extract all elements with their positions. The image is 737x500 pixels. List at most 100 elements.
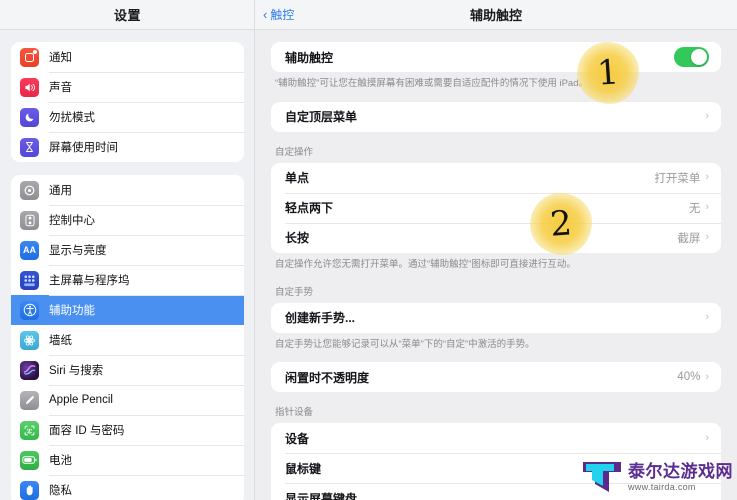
sidebar-scroll-area[interactable]: 通知 声音 勿扰模式 屏幕使用时间 通用 控制中心 AA 显示与亮度 主屏幕与程…	[0, 30, 255, 500]
control-center-icon	[20, 210, 39, 230]
home-screen-dock-icon	[20, 270, 39, 290]
custom-actions-header: 自定操作	[275, 146, 314, 158]
watermark-url: www.tairda.com	[628, 481, 696, 492]
general-gear-icon	[20, 180, 39, 200]
sidebar-item-wallpaper[interactable]: 墙纸	[11, 325, 244, 355]
idle-opacity-card: 闲置时不透明度 40% ›	[271, 362, 721, 393]
sidebar-item-label: 屏幕使用时间	[49, 142, 118, 154]
chevron-right-icon: ›	[705, 431, 709, 444]
sound-icon	[20, 77, 39, 97]
top-menu-card: 自定顶层菜单 ›	[271, 101, 721, 132]
custom-actions-card: 单点 打开菜单 › 轻点两下 无 › 长按 截屏 ›	[271, 162, 721, 253]
single-tap-row[interactable]: 单点 打开菜单 ›	[271, 162, 721, 193]
create-new-gesture-label: 创建新手势...	[285, 311, 356, 326]
sidebar-group-1: 通知 声音 勿扰模式 屏幕使用时间	[11, 42, 244, 162]
sidebar-item-control-center[interactable]: 控制中心	[11, 205, 244, 235]
sidebar-item-label: 声音	[49, 82, 72, 94]
assistive-touch-toggle[interactable]	[674, 47, 709, 67]
ipad-settings-window: 设置 通知 声音 勿扰模式 屏幕使用时间 通用 控制中心 AA 显示与亮度 主屏…	[0, 0, 737, 500]
battery-icon	[20, 450, 39, 470]
assistive-touch-card: 辅助触控	[271, 42, 721, 72]
sidebar-item-label: Apple Pencil	[49, 394, 113, 406]
back-button[interactable]: ‹ 触控	[263, 6, 294, 23]
double-tap-row[interactable]: 轻点两下 无 ›	[271, 192, 721, 223]
sidebar-header: 设置	[0, 0, 255, 30]
sidebar-item-label: 面容 ID 与密码	[49, 425, 125, 437]
sidebar-item-privacy[interactable]: 隐私	[11, 475, 244, 500]
sidebar-item-label: 墙纸	[49, 335, 72, 347]
sidebar-item-general[interactable]: 通用	[11, 175, 244, 205]
sidebar-item-label: 通知	[49, 52, 72, 64]
customize-top-menu-row[interactable]: 自定顶层菜单 ›	[271, 101, 721, 132]
custom-actions-footnote: 自定操作允许您无需打开菜单。通过“辅助触控”图标即可直接进行互动。	[275, 258, 576, 270]
sidebar-item-battery[interactable]: 电池	[11, 445, 244, 475]
pointer-devices-header: 指针设备	[275, 407, 314, 419]
chevron-right-icon: ›	[705, 171, 709, 184]
sidebar-item-label: 隐私	[49, 485, 72, 497]
single-tap-value: 打开菜单	[654, 172, 701, 185]
notification-icon	[20, 47, 39, 67]
sidebar-item-home-screen-dock[interactable]: 主屏幕与程序坞	[11, 265, 244, 295]
long-press-row[interactable]: 长按 截屏 ›	[271, 222, 721, 253]
long-press-label: 长按	[285, 231, 310, 246]
show-onscreen-keyboard-label: 显示屏幕键盘	[285, 491, 358, 500]
assistive-touch-row[interactable]: 辅助触控	[271, 42, 721, 72]
display-brightness-icon: AA	[20, 240, 39, 260]
single-tap-label: 单点	[285, 171, 310, 186]
sidebar-item-apple-pencil[interactable]: Apple Pencil	[11, 385, 244, 415]
sidebar-item-siri-search[interactable]: Siri 与搜索	[11, 355, 244, 385]
double-tap-value: 无	[688, 202, 701, 215]
do-not-disturb-icon	[20, 107, 39, 127]
privacy-hand-icon	[20, 480, 39, 500]
settings-sidebar: 设置 通知 声音 勿扰模式 屏幕使用时间 通用 控制中心 AA 显示与亮度 主屏…	[0, 0, 255, 500]
assistive-touch-detail-panel: ‹ 触控 辅助触控 辅助触控 “辅助触控”可让您在触摸屏幕有困难或需要自适应配件…	[255, 0, 737, 500]
chevron-right-icon: ›	[705, 311, 709, 324]
chevron-left-icon: ‹	[263, 7, 268, 22]
devices-row[interactable]: 设备 ›	[271, 423, 721, 454]
sidebar-item-accessibility[interactable]: 辅助功能	[11, 295, 244, 325]
custom-gestures-header: 自定手势	[275, 286, 314, 298]
sidebar-item-label: 通用	[49, 185, 72, 197]
create-new-gesture-row[interactable]: 创建新手势... ›	[271, 302, 721, 333]
face-id-icon	[20, 420, 39, 440]
mouse-keys-label: 鼠标键	[285, 461, 322, 476]
sidebar-item-display-brightness[interactable]: AA 显示与亮度	[11, 235, 244, 265]
sidebar-group-2: 通用 控制中心 AA 显示与亮度 主屏幕与程序坞 辅助功能 墙纸 Siri 与搜…	[11, 175, 244, 500]
sidebar-item-label: 辅助功能	[49, 305, 95, 317]
sidebar-item-label: 勿扰模式	[49, 112, 95, 124]
sidebar-item-screen-time[interactable]: 屏幕使用时间	[11, 132, 244, 162]
sidebar-title: 设置	[113, 8, 141, 23]
watermark-logo-icon	[583, 462, 621, 492]
sidebar-item-face-id-passcode[interactable]: 面容 ID 与密码	[11, 415, 244, 445]
idle-opacity-row[interactable]: 闲置时不透明度 40% ›	[271, 362, 721, 393]
site-watermark: 泰尔达游戏网 www.tairda.com	[581, 460, 733, 494]
long-press-value: 截屏	[677, 232, 701, 245]
accessibility-icon	[20, 300, 39, 320]
sidebar-item-label: 控制中心	[49, 215, 95, 227]
screen-time-icon	[20, 137, 39, 157]
detail-scroll-area[interactable]: 辅助触控 “辅助触控”可让您在触摸屏幕有困难或需要自适应配件的情况下使用 iPa…	[255, 30, 737, 500]
custom-gestures-card: 创建新手势... ›	[271, 302, 721, 333]
sidebar-item-notifications[interactable]: 通知	[11, 42, 244, 72]
sidebar-item-label: 显示与亮度	[49, 245, 107, 257]
sidebar-item-label: 主屏幕与程序坞	[49, 275, 130, 287]
sidebar-item-label: Siri 与搜索	[49, 365, 104, 377]
back-button-label: 触控	[270, 8, 295, 22]
wallpaper-icon	[20, 330, 39, 350]
devices-label: 设备	[285, 431, 310, 446]
chevron-right-icon: ›	[705, 370, 709, 383]
watermark-title: 泰尔达游戏网	[628, 461, 733, 481]
sidebar-item-label: 电池	[49, 455, 72, 467]
custom-gestures-footnote: 自定手势让您能够记录可以从“菜单”下的“自定”中激活的手势。	[275, 338, 535, 350]
idle-opacity-value: 40%	[677, 371, 701, 384]
apple-pencil-icon	[20, 390, 39, 410]
chevron-right-icon: ›	[705, 231, 709, 244]
sidebar-item-sounds[interactable]: 声音	[11, 72, 244, 102]
double-tap-label: 轻点两下	[285, 201, 334, 216]
page-title: 辅助触控	[469, 8, 522, 23]
idle-opacity-label: 闲置时不透明度	[285, 370, 370, 385]
detail-header: ‹ 触控 辅助触控	[255, 0, 737, 30]
assistive-touch-label: 辅助触控	[285, 50, 334, 65]
sidebar-item-do-not-disturb[interactable]: 勿扰模式	[11, 102, 244, 132]
customize-top-menu-label: 自定顶层菜单	[285, 110, 358, 125]
